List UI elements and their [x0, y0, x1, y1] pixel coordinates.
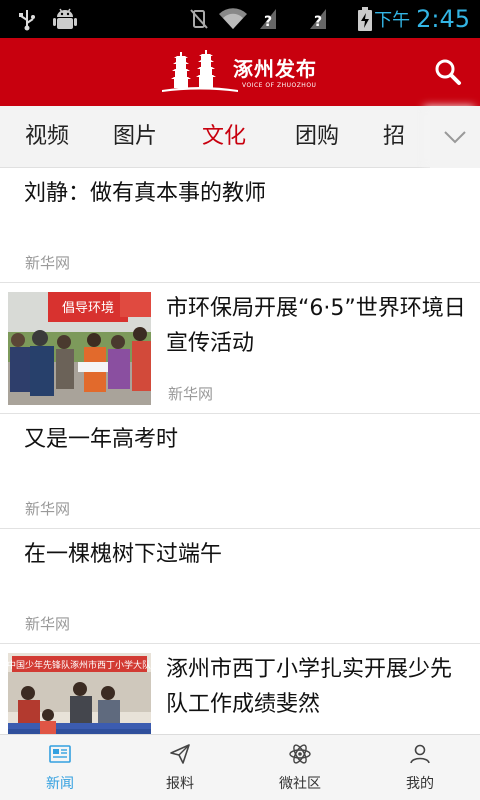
news-title: 在一棵槐树下过端午 [24, 542, 223, 567]
news-title: 刘静：做有真本事的教师 [24, 181, 267, 206]
more-tabs-button[interactable] [430, 106, 480, 168]
usb-icon [14, 0, 40, 38]
news-item[interactable]: 倡导环境 市环保局开展“6·5”世界环境日宣传活动 新华网 [0, 283, 480, 414]
search-icon [435, 59, 461, 85]
status-clock: 下午 2:45 [374, 0, 470, 38]
app-logo: 涿州发布 VOICE OF ZHUOZHOU [160, 46, 330, 98]
news-thumbnail: 中国少年先锋队涿州市西丁小学大队 [8, 653, 151, 734]
news-item[interactable]: 刘静：做有真本事的教师 新华网 [0, 168, 480, 283]
tab-culture[interactable]: 文化 [202, 106, 246, 168]
news-item[interactable]: 中国少年先锋队涿州市西丁小学大队 涿州市西丁小学扎实开展少先队工作成绩斐然 [0, 644, 480, 734]
news-list: 刘静：做有真本事的教师 新华网 倡导环境 市环保局开展“6·5”世界环境日宣传活… [0, 168, 480, 734]
nav-community[interactable]: 微社区 [240, 735, 360, 800]
nav-mine[interactable]: 我的 [360, 735, 480, 800]
status-bar: ? ? 下午 2:45 [0, 0, 480, 38]
logo-subtitle: VOICE OF ZHUOZHOU [242, 82, 317, 89]
nav-label: 报料 [166, 776, 194, 792]
tab-group-buy[interactable]: 团购 [295, 106, 339, 168]
category-tabs: 视频 图片 文化 团购 招 [0, 106, 480, 168]
paper-plane-icon [170, 744, 190, 764]
tab-video[interactable]: 视频 [25, 106, 69, 168]
vibrate-icon [186, 0, 212, 38]
nav-label: 新闻 [46, 776, 74, 792]
battery-charging-icon [354, 0, 376, 38]
news-item[interactable]: 在一棵槐树下过端午 新华网 [0, 529, 480, 644]
nav-report[interactable]: 报料 [120, 735, 240, 800]
news-item[interactable]: 又是一年高考时 新华网 [0, 414, 480, 529]
tab-pictures[interactable]: 图片 [113, 106, 157, 168]
nav-label: 微社区 [279, 776, 321, 792]
wifi-icon [216, 0, 250, 38]
status-time: 2:45 [416, 5, 470, 33]
news-title: 涿州市西丁小学扎实开展少先队工作成绩斐然 [166, 657, 453, 717]
news-source: 新华网 [25, 500, 71, 518]
status-ampm: 下午 [374, 10, 411, 31]
user-icon [410, 744, 430, 764]
no-signal-icon: ? [256, 0, 280, 38]
thumb-banner-text: 中国少年先锋队涿州市西丁小学大队 [8, 659, 151, 671]
app-header: 涿州发布 VOICE OF ZHUOZHOU [0, 38, 480, 106]
news-title: 市环保局开展“6·5”世界环境日宣传活动 [166, 296, 466, 356]
news-source: 新华网 [25, 254, 71, 272]
tab-recruit[interactable]: 招 [383, 106, 405, 168]
search-button[interactable] [430, 54, 466, 90]
news-source: 新华网 [168, 385, 214, 403]
nav-news[interactable]: 新闻 [0, 735, 120, 800]
news-title: 又是一年高考时 [24, 427, 179, 452]
svg-text:?: ? [314, 14, 322, 30]
thumb-banner-text: 倡导环境 [62, 301, 114, 316]
nav-label: 我的 [406, 776, 434, 792]
news-source: 新华网 [25, 615, 71, 633]
android-debug-icon [50, 0, 80, 38]
logo-title: 涿州发布 [233, 57, 317, 81]
atom-icon [289, 744, 311, 764]
no-signal-icon: ? [306, 0, 330, 38]
news-thumbnail: 倡导环境 [8, 292, 151, 405]
bottom-nav: 新闻 报料 微社区 我的 [0, 734, 480, 800]
newspaper-icon [49, 745, 71, 763]
chevron-down-icon [444, 131, 466, 144]
svg-text:?: ? [264, 14, 272, 30]
pagoda-logo-icon [162, 50, 238, 92]
